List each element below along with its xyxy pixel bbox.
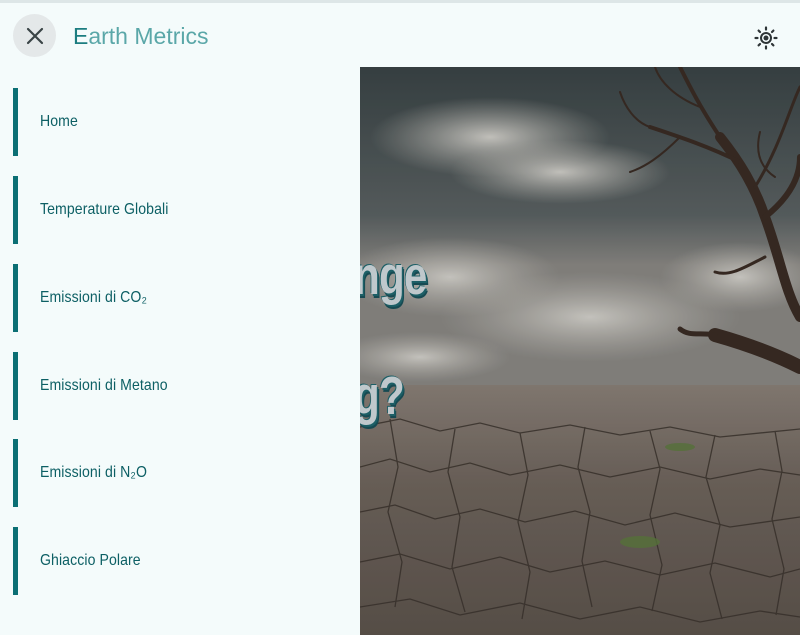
nav-item-label: Temperature Globali bbox=[40, 201, 169, 218]
hero-image: nge g? bbox=[360, 67, 800, 635]
nav-item-ghiaccio-polare[interactable]: Ghiaccio Polare bbox=[13, 527, 343, 595]
nav-item-label: Emissioni di Metano bbox=[40, 377, 168, 394]
nav-item-label: Emissioni di N₂O bbox=[40, 464, 148, 481]
app-header: Earth Metrics bbox=[0, 3, 800, 67]
hero-headline-line1: nge bbox=[360, 246, 427, 306]
close-menu-button[interactable] bbox=[13, 14, 56, 57]
navigation-drawer: Home Temperature Globali Emissioni di CO… bbox=[0, 67, 360, 635]
nav-item-emissioni-metano[interactable]: Emissioni di Metano bbox=[13, 352, 343, 420]
sun-icon bbox=[754, 26, 778, 50]
hero-headline-line2: g? bbox=[360, 366, 405, 426]
nav-item-home[interactable]: Home bbox=[13, 88, 343, 156]
app-title[interactable]: Earth Metrics bbox=[73, 22, 208, 50]
drought-landscape-illustration bbox=[360, 67, 800, 635]
nav-item-label: Emissioni di CO₂ bbox=[40, 289, 148, 306]
close-icon bbox=[26, 27, 43, 44]
app-title-rest: arth Metrics bbox=[88, 23, 209, 49]
nav-item-emissioni-co2[interactable]: Emissioni di CO₂ bbox=[13, 264, 343, 332]
nav-item-label: Home bbox=[40, 113, 78, 130]
app-title-first-letter: E bbox=[73, 23, 89, 49]
nav-item-temperature-globali[interactable]: Temperature Globali bbox=[13, 176, 343, 244]
nav-item-emissioni-n2o[interactable]: Emissioni di N₂O bbox=[13, 439, 343, 507]
theme-toggle-button[interactable] bbox=[750, 22, 782, 54]
nav-item-label: Ghiaccio Polare bbox=[40, 552, 141, 569]
